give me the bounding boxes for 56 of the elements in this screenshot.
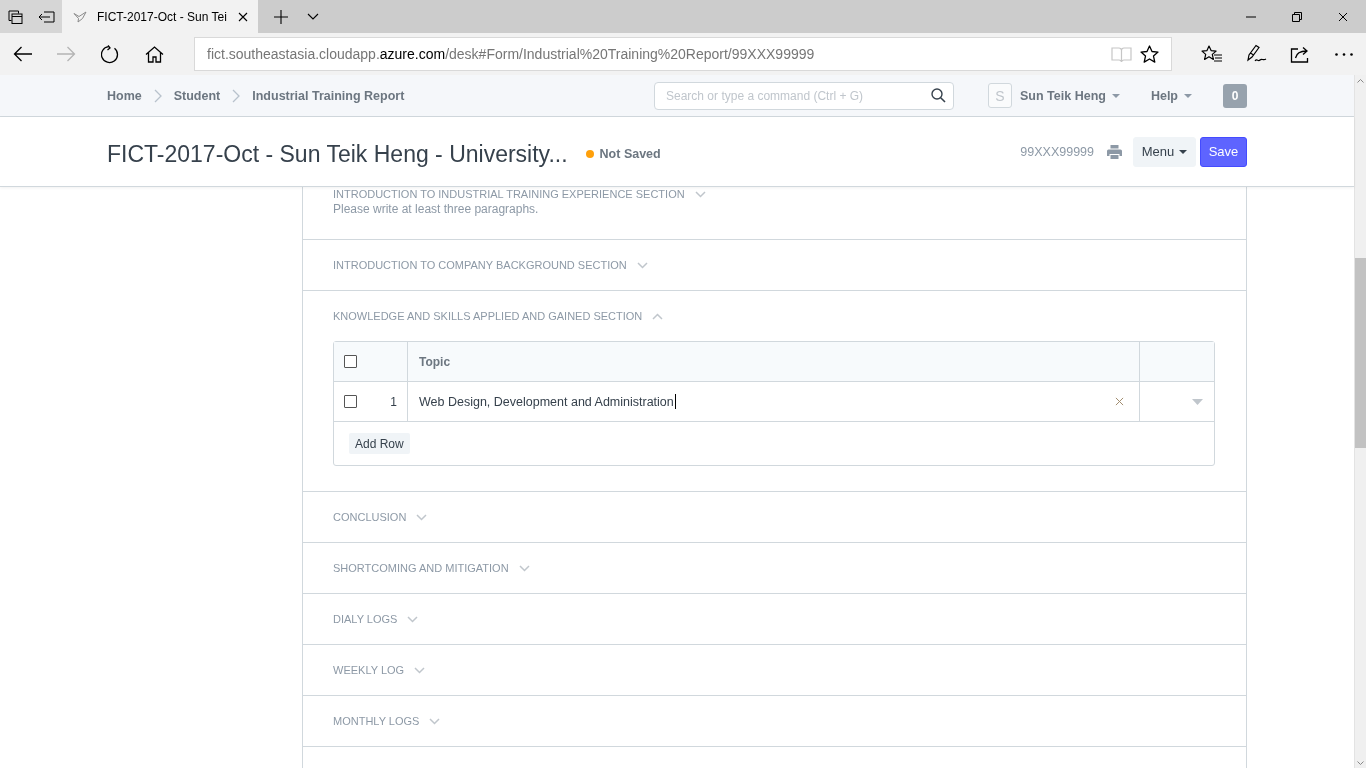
row-number: 1 — [390, 394, 397, 409]
text-cursor — [674, 394, 676, 409]
caret-down-icon — [1111, 93, 1120, 98]
section-heading[interactable]: CONCLUSION — [333, 510, 407, 524]
chevron-down-icon[interactable] — [307, 13, 319, 20]
status-dot-icon — [585, 150, 594, 158]
star-list-icon[interactable] — [1201, 45, 1223, 63]
address-bar[interactable]: fict.southeastasia.cloudapp.azure.com/desk#Form/Industrial%20Training%20Report/99XXX99999 — [194, 37, 1172, 71]
plus-icon[interactable] — [274, 9, 288, 24]
breadcrumb-link[interactable]: Home — [107, 88, 142, 103]
chevron-right-icon — [153, 88, 162, 103]
share-icon[interactable] — [1289, 45, 1311, 63]
scrollbar-thumb[interactable] — [1355, 258, 1366, 448]
page-title: FICT-2017-Oct - Sun Teik Heng - University... — [107, 140, 568, 168]
section-heading[interactable]: SHORTCOMING AND MITIGATION — [333, 561, 509, 575]
user-menu[interactable]: Sun Teik Heng — [1020, 88, 1120, 103]
topic-input[interactable]: Web Design, Development and Administration — [419, 382, 1124, 421]
notification-badge[interactable]: 0 — [1223, 83, 1247, 108]
tabs-icon[interactable] — [8, 9, 23, 24]
breadcrumb-link[interactable]: Student — [173, 88, 221, 103]
section-heading[interactable]: MONTHLY LOGS — [333, 714, 420, 728]
set-aside-icon[interactable] — [38, 10, 55, 23]
section-description: Please write at least three paragraphs. — [333, 202, 539, 216]
menu-button[interactable]: Menu — [1133, 136, 1196, 167]
save-button[interactable]: Save — [1200, 136, 1247, 167]
caret-down-icon — [1184, 93, 1192, 98]
section-heading[interactable]: DIALY LOGS — [333, 612, 398, 626]
pen-icon[interactable] — [1245, 44, 1267, 64]
refresh-icon[interactable] — [100, 44, 120, 64]
document-name: 99XXX99999 — [1020, 144, 1094, 159]
breadcrumb-link[interactable]: Industrial Training Report — [252, 88, 405, 103]
status-label: Not Saved — [599, 147, 661, 161]
star-icon[interactable] — [1139, 45, 1159, 63]
help-menu[interactable]: Help — [1150, 88, 1192, 103]
home-icon[interactable] — [144, 45, 164, 63]
column-header: Topic — [419, 354, 451, 369]
close-icon[interactable] — [1338, 11, 1348, 22]
checkbox[interactable] — [344, 395, 357, 408]
checkbox[interactable] — [344, 355, 357, 368]
back-arrow-icon[interactable] — [12, 46, 32, 62]
section-heading[interactable]: KNOWLEDGE AND SKILLS APPLIED AND GAINED SECTION — [333, 309, 643, 323]
browser-tab[interactable]: FICT-2017-Oct - Sun Tei — [62, 0, 258, 33]
chevron-right-icon — [232, 88, 241, 103]
caret-down-icon — [1179, 149, 1188, 154]
more-icon[interactable] — [1335, 52, 1353, 56]
section-heading[interactable]: INTRODUCTION TO INDUSTRIAL TRAINING EXPERIENCE SECTION — [333, 188, 685, 201]
close-icon[interactable] — [238, 11, 248, 22]
search-icon[interactable] — [931, 88, 946, 103]
minimize-icon[interactable] — [1246, 15, 1256, 18]
section-heading[interactable]: INTRODUCTION TO COMPANY BACKGROUND SECTION — [333, 258, 627, 272]
restore-icon[interactable] — [1292, 11, 1302, 22]
section-heading[interactable]: WEEKLY LOG — [333, 663, 405, 677]
clear-icon[interactable] — [1115, 397, 1124, 406]
add-row-button[interactable]: Add Row — [349, 433, 410, 454]
printer-icon[interactable] — [1107, 144, 1122, 159]
bird-icon — [73, 10, 88, 23]
